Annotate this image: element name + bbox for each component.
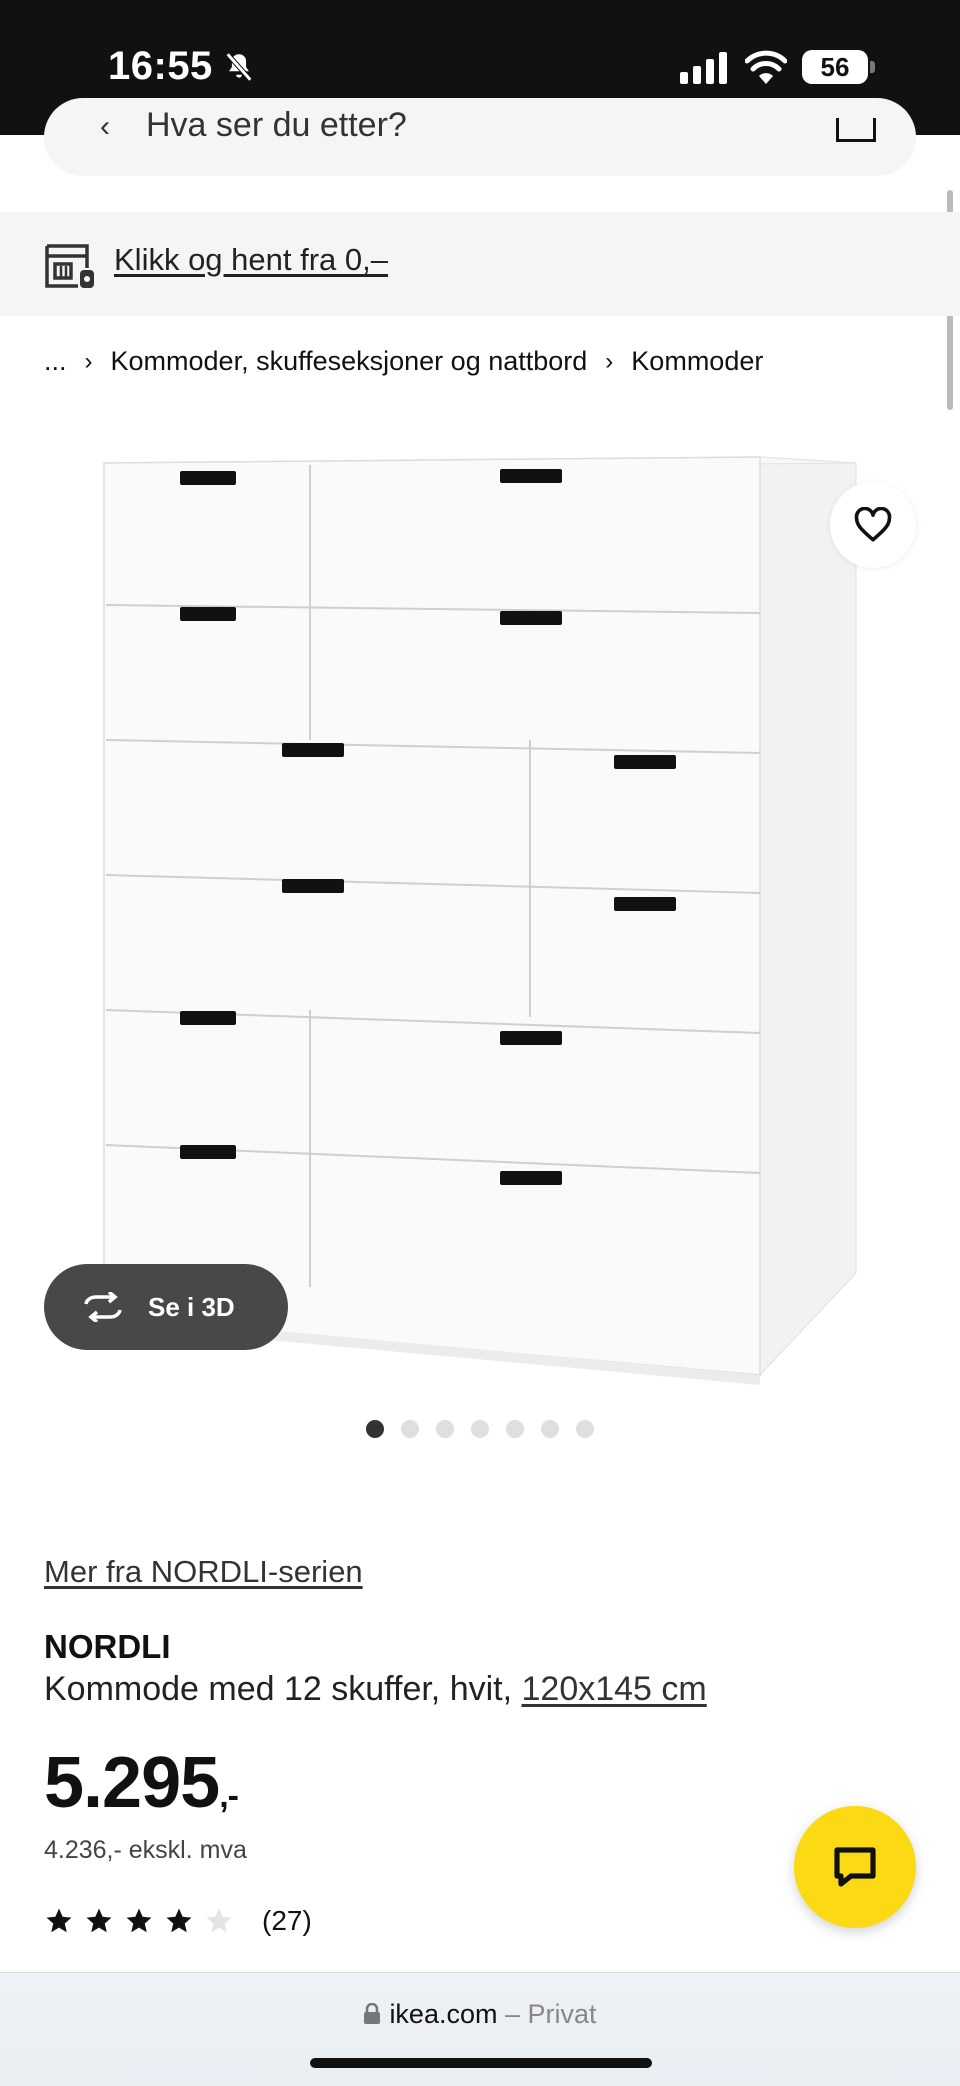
- url-domain: ikea.com: [389, 1999, 498, 2029]
- star-filled-icon: [46, 1908, 72, 1933]
- carousel-dot[interactable]: [471, 1420, 489, 1438]
- chevron-right-icon: ›: [84, 347, 93, 375]
- carousel-dot[interactable]: [541, 1420, 559, 1438]
- bell-slash-icon: [225, 52, 253, 82]
- price-value: 5.295: [44, 1743, 220, 1823]
- home-indicator[interactable]: [310, 2058, 652, 2068]
- scan-icon[interactable]: [836, 118, 876, 142]
- heart-icon: [854, 507, 892, 542]
- battery-cap: [870, 61, 875, 73]
- battery-indicator: 56: [802, 50, 868, 84]
- chat-bubble-icon: [834, 1847, 876, 1887]
- product-image[interactable]: [96, 445, 876, 1385]
- carousel-dots[interactable]: [366, 1420, 611, 1438]
- carousel-dot[interactable]: [366, 1420, 384, 1438]
- star-filled-icon: [126, 1908, 152, 1933]
- price-suffix: ,-: [219, 1777, 239, 1815]
- chat-button[interactable]: [794, 1806, 916, 1928]
- star-filled-icon: [86, 1908, 112, 1933]
- breadcrumb-item-kommoder-skuffeseksjoner[interactable]: Kommoder, skuffeseksjoner og nattbord: [111, 346, 588, 377]
- price-ex-vat: 4.236,- ekskl. mva: [44, 1836, 247, 1864]
- review-count[interactable]: (27): [262, 1905, 312, 1937]
- cellular-signal-icon: [680, 52, 727, 84]
- rotate-3d-icon: [84, 1292, 122, 1322]
- view-3d-label: Se i 3D: [148, 1291, 235, 1322]
- breadcrumb-item-kommoder[interactable]: Kommoder: [631, 346, 763, 377]
- product-description-text: Kommode med 12 skuffer, hvit,: [44, 1670, 513, 1708]
- chevron-right-icon: ›: [605, 347, 614, 375]
- url-display[interactable]: ikea.com – Privat: [0, 1999, 960, 2030]
- store-pickup-icon: [45, 244, 94, 288]
- carousel-dot[interactable]: [436, 1420, 454, 1438]
- star-empty-icon: [206, 1908, 232, 1933]
- view-3d-button[interactable]: Se i 3D: [44, 1264, 288, 1350]
- product-size-link[interactable]: 120x145 cm: [522, 1670, 707, 1708]
- product-description: Kommode med 12 skuffer, hvit, 120x145 cm: [44, 1670, 707, 1709]
- pickup-link[interactable]: Klikk og hent fra 0,–: [114, 242, 388, 278]
- carousel-dot[interactable]: [401, 1420, 419, 1438]
- browser-url-bar[interactable]: ikea.com – Privat: [0, 1972, 960, 2086]
- status-time: 16:55: [108, 44, 213, 88]
- product-price: 5.295,-: [44, 1742, 239, 1824]
- search-bar[interactable]: ‹ Hva ser du etter?: [44, 98, 916, 176]
- lock-icon: [364, 2003, 381, 2024]
- carousel-dot[interactable]: [576, 1420, 594, 1438]
- private-mode-label: Privat: [527, 1999, 597, 2029]
- pickup-banner[interactable]: Klikk og hent fra 0,–: [0, 212, 960, 316]
- product-rating[interactable]: (27): [44, 1905, 312, 1937]
- back-arrow-icon[interactable]: ‹: [100, 110, 110, 144]
- wifi-icon: [745, 50, 787, 84]
- breadcrumb: ... › Kommoder, skuffeseksjoner og nattb…: [44, 346, 763, 377]
- product-name: NORDLI: [44, 1628, 171, 1665]
- star-filled-icon: [166, 1908, 192, 1933]
- favorite-button[interactable]: [830, 482, 916, 568]
- series-link[interactable]: Mer fra NORDLI-serien: [44, 1554, 363, 1590]
- url-separator: –: [497, 1999, 528, 2029]
- search-input[interactable]: Hva ser du etter?: [146, 106, 407, 145]
- breadcrumb-ellipsis[interactable]: ...: [44, 346, 67, 377]
- carousel-dot[interactable]: [506, 1420, 524, 1438]
